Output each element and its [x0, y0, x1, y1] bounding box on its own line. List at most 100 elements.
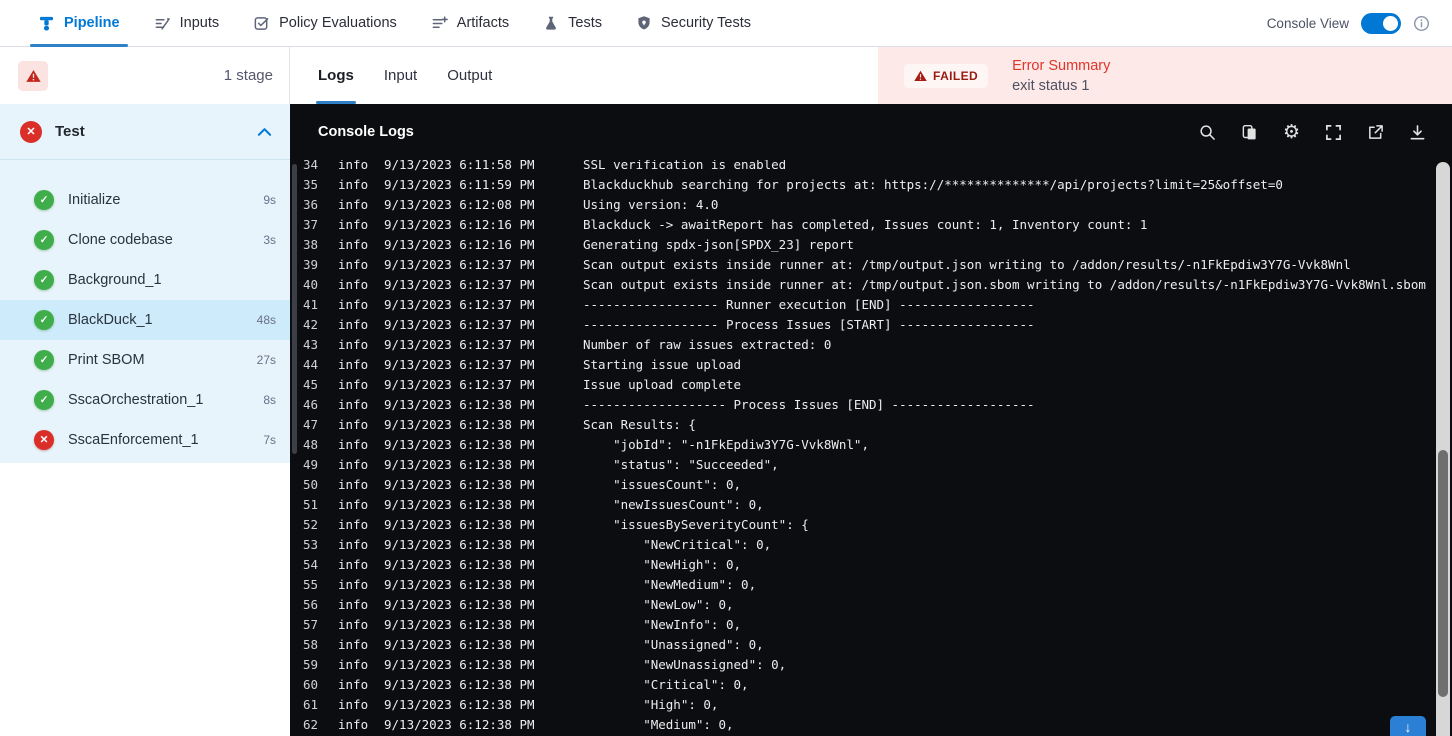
log-line-number: 55: [302, 576, 318, 592]
copy-icon[interactable]: [1241, 124, 1258, 141]
log-timestamp: 9/13/2023 6:11:59 PM: [384, 176, 535, 192]
stage-header[interactable]: ✕ Test: [0, 104, 290, 160]
tab-label: Artifacts: [456, 15, 510, 31]
tab-policy-evaluations[interactable]: Policy Evaluations: [253, 0, 397, 46]
log-timestamp: 9/13/2023 6:11:58 PM: [384, 160, 535, 172]
settings-gear-icon[interactable]: ⚙: [1283, 122, 1300, 142]
scroll-to-bottom-button[interactable]: ↓: [1390, 716, 1426, 736]
log-line: 44 info 9/13/2023 6:12:37 PM Starting is…: [290, 354, 1434, 374]
step-row[interactable]: ✓ Background_1: [0, 260, 290, 300]
log-timestamp: 9/13/2023 6:12:38 PM: [384, 396, 535, 412]
console-log-viewport[interactable]: 34 info 9/13/2023 6:11:58 PM SSL verific…: [290, 160, 1434, 736]
tab-label: Tests: [568, 15, 602, 31]
log-level: info: [338, 496, 369, 512]
pipeline-execution-page: Pipeline Inputs Policy Evaluations Artif…: [0, 0, 1452, 736]
log-level: info: [338, 716, 369, 732]
log-timestamp: 9/13/2023 6:12:38 PM: [384, 696, 535, 712]
log-line: 59 info 9/13/2023 6:12:38 PM "NewUnassig…: [290, 654, 1434, 674]
log-level: info: [338, 236, 369, 252]
log-line: 49 info 9/13/2023 6:12:38 PM "status": "…: [290, 454, 1434, 474]
log-level: info: [338, 696, 369, 712]
log-message: "Critical": 0,: [583, 676, 749, 692]
failed-badge: FAILED: [904, 63, 989, 88]
log-line: 55 info 9/13/2023 6:12:38 PM "NewMedium"…: [290, 574, 1434, 594]
log-line: 61 info 9/13/2023 6:12:38 PM "High": 0,: [290, 694, 1434, 714]
log-line: 37 info 9/13/2023 6:12:16 PM Blackduck -…: [290, 214, 1434, 234]
log-line-number: 59: [302, 656, 318, 672]
log-message: Scan output exists inside runner at: /tm…: [583, 276, 1426, 292]
log-level: info: [338, 596, 369, 612]
log-level: info: [338, 456, 369, 472]
log-level: info: [338, 396, 369, 412]
tab-logs[interactable]: Logs: [316, 47, 356, 104]
log-line: 47 info 9/13/2023 6:12:38 PM Scan Result…: [290, 414, 1434, 434]
step-name: Initialize: [68, 192, 121, 208]
log-line: 50 info 9/13/2023 6:12:38 PM "issuesCoun…: [290, 474, 1434, 494]
log-lines: 34 info 9/13/2023 6:11:58 PM SSL verific…: [290, 160, 1434, 734]
stage-status-icon: ✕: [20, 120, 42, 143]
log-timestamp: 9/13/2023 6:12:38 PM: [384, 536, 535, 552]
log-timestamp: 9/13/2023 6:12:37 PM: [384, 296, 535, 312]
log-timestamp: 9/13/2023 6:12:38 PM: [384, 676, 535, 692]
step-row[interactable]: ✕ SscaEnforcement_1 7s: [0, 420, 290, 460]
tab-inputs[interactable]: Inputs: [154, 0, 219, 46]
log-line: 53 info 9/13/2023 6:12:38 PM "NewCritica…: [290, 534, 1434, 554]
log-level: info: [338, 636, 369, 652]
step-status-icon: ✓: [34, 270, 54, 290]
search-icon[interactable]: [1199, 124, 1216, 141]
log-line-number: 49: [302, 456, 318, 472]
log-message: "issuesCount": 0,: [583, 476, 742, 492]
step-row[interactable]: ✓ Initialize 9s: [0, 180, 290, 220]
inner-scrollbar[interactable]: [292, 164, 297, 454]
info-icon[interactable]: [1413, 15, 1430, 32]
scrollbar-track[interactable]: [1436, 162, 1450, 736]
log-line-number: 50: [302, 476, 318, 492]
tab-tests[interactable]: Tests: [543, 0, 602, 46]
tab-security-tests[interactable]: Security Tests: [636, 0, 751, 46]
log-timestamp: 9/13/2023 6:12:37 PM: [384, 356, 535, 372]
download-icon[interactable]: [1409, 124, 1426, 141]
step-row[interactable]: ✓ Print SBOM 27s: [0, 340, 290, 380]
log-line: 62 info 9/13/2023 6:12:38 PM "Medium": 0…: [290, 714, 1434, 734]
log-timestamp: 9/13/2023 6:12:38 PM: [384, 716, 535, 732]
shield-icon: [636, 15, 652, 31]
step-row[interactable]: ✓ BlackDuck_1 48s: [0, 300, 290, 340]
step-duration: 48s: [256, 313, 276, 327]
log-line: 48 info 9/13/2023 6:12:38 PM "jobId": "-…: [290, 434, 1434, 454]
log-message: "NewCritical": 0,: [583, 536, 772, 552]
log-message: "NewInfo": 0,: [583, 616, 742, 632]
open-in-new-icon[interactable]: [1367, 124, 1384, 141]
log-level: info: [338, 256, 369, 272]
log-timestamp: 9/13/2023 6:12:38 PM: [384, 456, 535, 472]
log-line: 60 info 9/13/2023 6:12:38 PM "Critical":…: [290, 674, 1434, 694]
log-level: info: [338, 436, 369, 452]
log-line-number: 53: [302, 536, 318, 552]
log-message: Generating spdx-json[SPDX_23] report: [583, 236, 854, 252]
console-title: Console Logs: [318, 124, 414, 140]
tab-artifacts[interactable]: Artifacts: [431, 0, 509, 46]
log-line: 56 info 9/13/2023 6:12:38 PM "NewLow": 0…: [290, 594, 1434, 614]
console-view-toggle[interactable]: [1361, 12, 1401, 34]
step-row[interactable]: ✓ Clone codebase 3s: [0, 220, 290, 260]
fullscreen-icon[interactable]: [1325, 124, 1342, 141]
tab-pipeline[interactable]: Pipeline: [30, 0, 128, 47]
step-row[interactable]: ✓ SscaOrchestration_1 8s: [0, 380, 290, 420]
log-line: 51 info 9/13/2023 6:12:38 PM "newIssuesC…: [290, 494, 1434, 514]
tab-output[interactable]: Output: [447, 47, 492, 104]
log-timestamp: 9/13/2023 6:12:38 PM: [384, 436, 535, 452]
log-line: 42 info 9/13/2023 6:12:37 PM -----------…: [290, 314, 1434, 334]
log-message: "Medium": 0,: [583, 716, 734, 732]
step-name: Print SBOM: [68, 352, 145, 368]
step-status-icon: ✓: [34, 230, 54, 250]
log-line-number: 60: [302, 676, 318, 692]
scrollbar-thumb[interactable]: [1438, 450, 1448, 697]
stage-name: Test: [55, 123, 85, 140]
chevron-up-icon[interactable]: [257, 127, 272, 137]
header-right: Console View: [1267, 0, 1430, 46]
step-status-icon: ✕: [34, 430, 54, 450]
tab-input[interactable]: Input: [384, 47, 417, 104]
log-message: Blackduck -> awaitReport has completed, …: [583, 216, 1148, 232]
log-line-number: 51: [302, 496, 318, 512]
log-level: info: [338, 356, 369, 372]
inputs-icon: [154, 15, 171, 32]
